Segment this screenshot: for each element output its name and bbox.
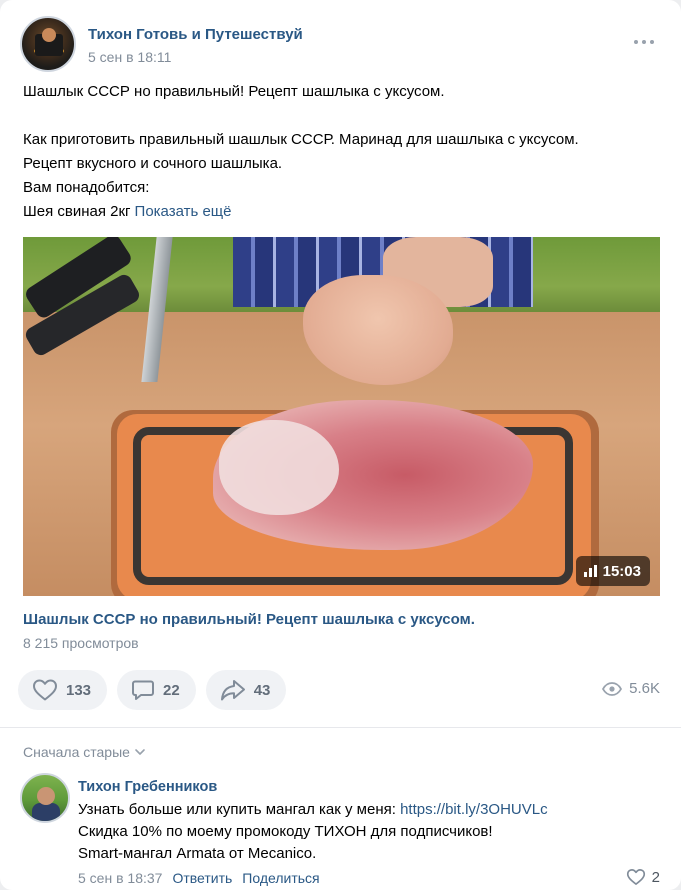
like-button[interactable]: 133 bbox=[18, 670, 108, 710]
share-comment-link[interactable]: Поделиться bbox=[242, 870, 319, 886]
comment-text-line: Скидка 10% по моему промокоду ТИХОН для … bbox=[78, 823, 493, 840]
views-counter: 5.6K bbox=[602, 680, 660, 697]
author-name[interactable]: Тихон Готовь и Путешествуй bbox=[88, 26, 303, 43]
video-player[interactable]: 15:03 bbox=[23, 237, 660, 596]
post-text-line: Как приготовить правильный шашлык СССР. … bbox=[23, 131, 579, 148]
avatar-face bbox=[42, 28, 56, 42]
comment-icon bbox=[132, 680, 155, 700]
video-duration: 15:03 bbox=[602, 562, 641, 580]
comment-count: 22 bbox=[163, 681, 180, 699]
show-more-link[interactable]: Показать ещё bbox=[135, 203, 232, 220]
post-card: Тихон Готовь и Путешествуй 5 сен в 18:11… bbox=[0, 0, 681, 890]
heart-icon bbox=[33, 679, 57, 701]
comment-link[interactable]: https://bit.ly/3OHUVLc bbox=[400, 801, 548, 818]
post-text-ingredient: Шея свиная 2кг bbox=[23, 203, 131, 220]
comment-meta: 5 сен в 18:37 Ответить Поделиться bbox=[78, 870, 320, 886]
comment-button[interactable]: 22 bbox=[117, 670, 196, 710]
reply-link[interactable]: Ответить bbox=[172, 870, 232, 886]
post-text-line: Шашлык СССР но правильный! Рецепт шашлык… bbox=[23, 83, 445, 100]
comment-text-line: Узнать больше или купить мангал как у ме… bbox=[78, 801, 401, 818]
comment-like-button[interactable]: 2 bbox=[626, 868, 660, 886]
post-text: Шашлык СССР но правильный! Рецепт шашлык… bbox=[23, 80, 653, 224]
post-date[interactable]: 5 сен в 18:11 bbox=[88, 49, 171, 65]
post-actions: 133 22 43 bbox=[18, 670, 287, 710]
video-duration-badge: 15:03 bbox=[575, 556, 650, 586]
comments-sort-dropdown[interactable]: Сначала старые bbox=[23, 744, 146, 760]
video-title[interactable]: Шашлык СССР но правильный! Рецепт шашлык… bbox=[23, 611, 475, 628]
comment-author[interactable]: Тихон Гребенников bbox=[78, 779, 217, 795]
eye-icon bbox=[602, 681, 623, 696]
more-options-icon[interactable] bbox=[634, 38, 656, 46]
post-text-line: Рецепт вкусного и сочного шашлыка. bbox=[23, 155, 283, 172]
comment-text-line: Smart-мангал Armata от Mecanico. bbox=[78, 845, 317, 862]
comment-text: Узнать больше или купить мангал как у ме… bbox=[78, 799, 658, 865]
share-icon bbox=[220, 680, 245, 701]
divider bbox=[0, 727, 681, 728]
comment-date[interactable]: 5 сен в 18:37 bbox=[78, 870, 162, 886]
comment-like-count: 2 bbox=[651, 868, 660, 886]
views-count: 5.6K bbox=[629, 680, 660, 697]
post-header: Тихон Готовь и Путешествуй 5 сен в 18:11 bbox=[20, 16, 660, 76]
comment-avatar[interactable] bbox=[20, 773, 70, 823]
chevron-down-icon bbox=[135, 749, 145, 755]
signal-icon bbox=[583, 565, 597, 577]
share-button[interactable]: 43 bbox=[205, 670, 287, 710]
author-avatar[interactable] bbox=[20, 16, 76, 72]
share-count: 43 bbox=[253, 681, 271, 699]
heart-icon bbox=[626, 869, 645, 885]
comments-sort-label: Сначала старые bbox=[23, 744, 130, 760]
post-text-line: Шея свиная 2кг Показать ещё bbox=[23, 200, 653, 224]
post-text-line: Вам понадобится: bbox=[23, 179, 150, 196]
video-views: 8 215 просмотров bbox=[23, 635, 139, 651]
like-count: 133 bbox=[66, 681, 92, 699]
